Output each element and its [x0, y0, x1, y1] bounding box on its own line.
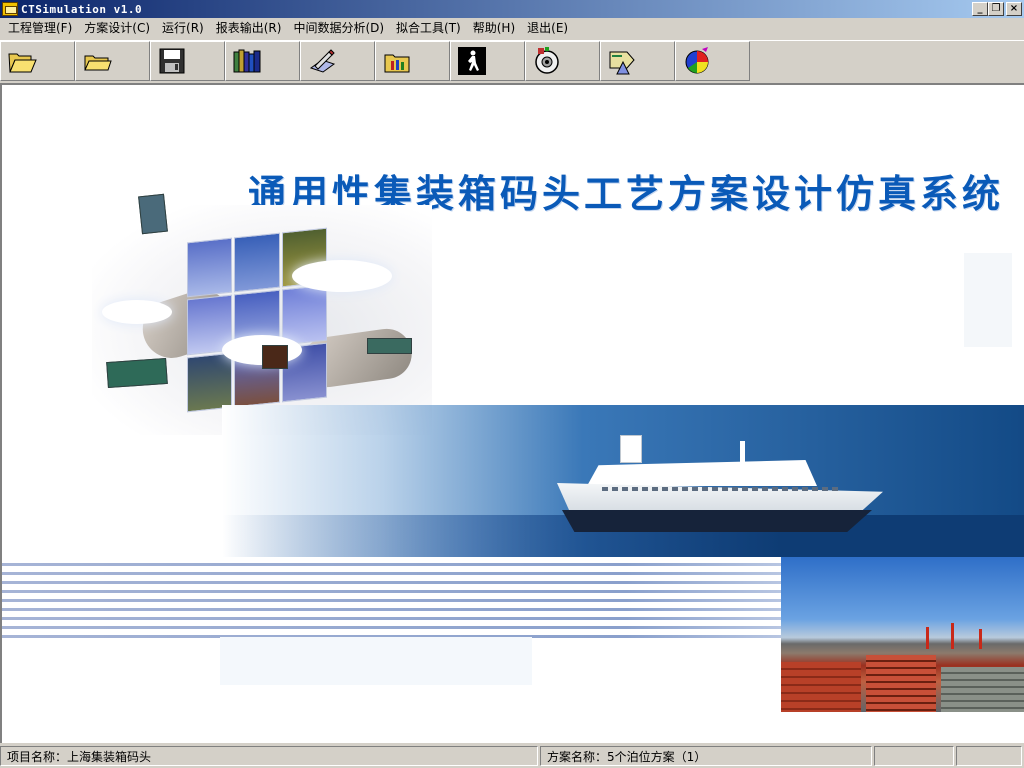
books-icon: [233, 49, 261, 73]
media-button[interactable]: [525, 41, 600, 81]
floating-container: [367, 338, 412, 354]
library-button[interactable]: [225, 41, 300, 81]
window-title: CTSimulation v1.0: [21, 2, 143, 16]
stripe: [2, 572, 782, 575]
container-stack: [781, 662, 861, 712]
menu-fitting-tools[interactable]: 拟合工具(T): [390, 19, 467, 37]
minimize-button[interactable]: _: [972, 2, 988, 16]
stripe: [2, 581, 782, 584]
folder-button[interactable]: [75, 41, 150, 81]
menu-run[interactable]: 运行(R): [156, 19, 210, 37]
menu-data-analysis[interactable]: 中间数据分析(D): [287, 19, 390, 37]
status-scheme-name: 方案名称：5个泊位方案（1）: [540, 746, 872, 766]
chart-button[interactable]: [675, 41, 750, 81]
stripe: [2, 626, 782, 629]
edit-button[interactable]: [300, 41, 375, 81]
ship-windows: [602, 487, 842, 491]
folder-icon: [84, 55, 112, 71]
window-controls: _ ❐ ×: [972, 2, 1022, 16]
open-folder-icon: [8, 53, 37, 73]
close-button[interactable]: ×: [1006, 2, 1022, 16]
ship-funnel: [620, 435, 642, 463]
cube-illustration: [92, 193, 432, 435]
open-project-button[interactable]: [0, 41, 75, 81]
run-button[interactable]: [450, 41, 525, 81]
status-project-name: 项目名称：上海集装箱码头: [0, 746, 538, 766]
stripe: [2, 608, 782, 611]
tools-folder-icon: [384, 54, 410, 73]
save-icon: [159, 48, 185, 74]
menu-exit[interactable]: 退出(E): [521, 19, 574, 37]
media-reel-icon: [535, 47, 559, 74]
menu-help[interactable]: 帮助(H): [467, 19, 521, 37]
menu-scheme-design[interactable]: 方案设计(C): [78, 19, 156, 37]
crane: [951, 623, 954, 649]
decorative-shape: [964, 253, 1012, 347]
export-button[interactable]: [600, 41, 675, 81]
port-photo: [781, 557, 1024, 712]
toolbar: [0, 40, 1024, 82]
edit-document-icon: [309, 49, 336, 73]
picture-cube: [187, 227, 327, 413]
menu-report-output[interactable]: 报表输出(R): [210, 19, 288, 37]
decorative-fade: [220, 637, 532, 685]
status-bar: 项目名称：上海集装箱码头 方案名称：5个泊位方案（1）: [0, 744, 1024, 768]
decorative-stripes: [2, 563, 782, 641]
menu-bar: 工程管理(F) 方案设计(C) 运行(R) 报表输出(R) 中间数据分析(D) …: [0, 18, 1024, 38]
floating-container: [106, 357, 168, 389]
floating-container: [262, 345, 288, 369]
ship-mast: [740, 441, 745, 463]
splash-canvas: 通用性集装箱码头工艺方案设计仿真系统: [0, 83, 1024, 743]
container-stack: [866, 655, 936, 712]
floating-container: [138, 193, 168, 235]
status-pane-4: [956, 746, 1022, 766]
stripe: [2, 563, 782, 566]
restore-button[interactable]: ❐: [988, 2, 1004, 16]
cloud: [292, 260, 392, 292]
tools-folder-button[interactable]: [375, 41, 450, 81]
ship-hull-lower: [562, 510, 872, 532]
export-arrow-icon: [609, 51, 635, 75]
app-window: CTSimulation v1.0 _ ❐ × 工程管理(F) 方案设计(C) …: [0, 0, 1024, 768]
pie-chart-icon: [685, 47, 709, 74]
stripe: [2, 617, 782, 620]
crane: [926, 627, 929, 649]
menu-project-management[interactable]: 工程管理(F): [2, 19, 78, 37]
status-pane-3: [874, 746, 954, 766]
title-bar[interactable]: CTSimulation v1.0 _ ❐ ×: [0, 0, 1024, 18]
run-person-icon: [458, 47, 486, 75]
stripe: [2, 590, 782, 593]
save-button[interactable]: [150, 41, 225, 81]
container-stack: [941, 667, 1024, 712]
app-icon[interactable]: [2, 2, 18, 16]
stripe: [2, 599, 782, 602]
crane: [979, 629, 982, 649]
cloud: [102, 300, 172, 324]
